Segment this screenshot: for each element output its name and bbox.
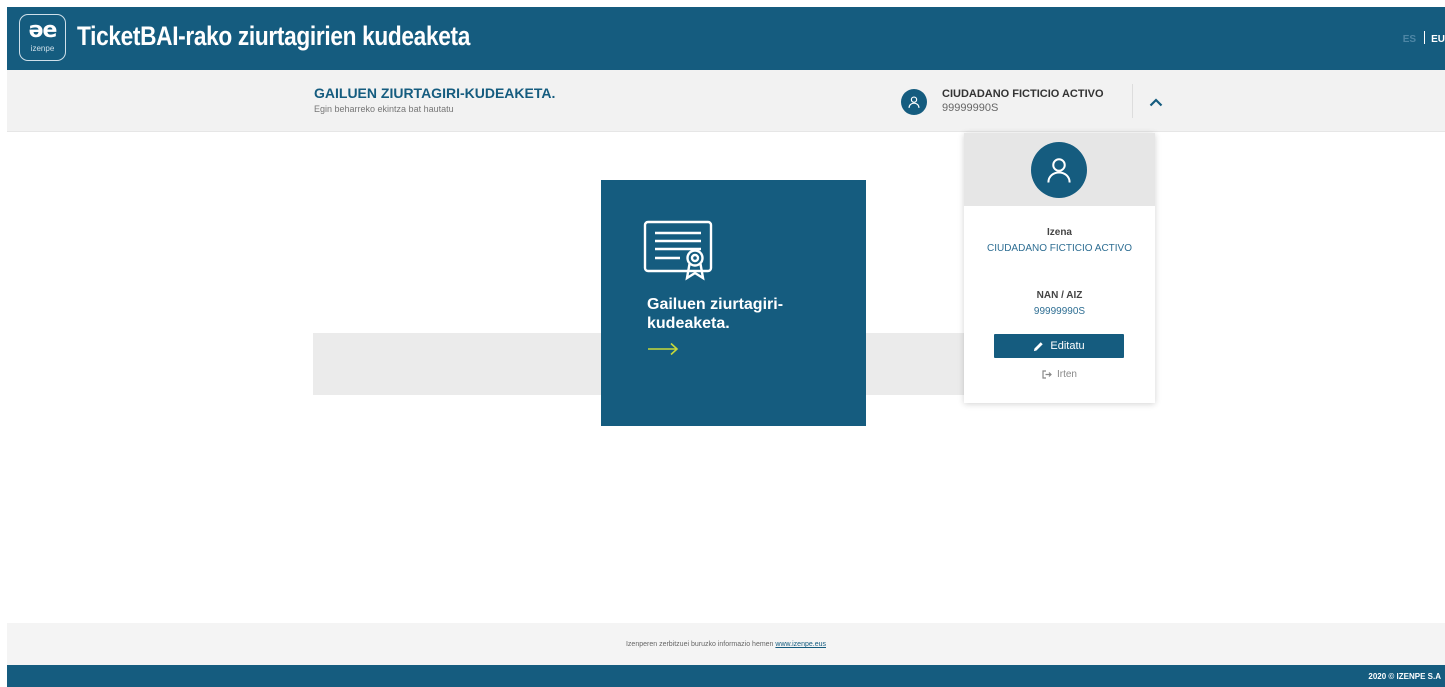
page-title: GAILUEN ZIURTAGIRI-KUDEAKETA. <box>314 85 556 101</box>
id-label: NAN / AIZ <box>1036 290 1083 301</box>
izenpe-website-link[interactable]: www.izenpe.eus <box>775 641 826 648</box>
device-certificate-management-card[interactable]: Gailuen ziurtagiri-kudeaketa. <box>601 180 866 426</box>
user-profile-icon <box>1031 142 1087 198</box>
pencil-icon <box>1034 341 1044 351</box>
logout-label: Irten <box>1056 369 1077 380</box>
certificate-icon <box>642 220 714 289</box>
logo-subtext: izenpe <box>30 44 55 53</box>
copyright: 2020 © IZENPE S.A <box>1368 672 1441 681</box>
user-avatar-icon[interactable] <box>901 89 927 115</box>
edit-button-label: Editatu <box>1050 340 1085 352</box>
logout-link[interactable]: Irten <box>964 369 1155 380</box>
chevron-up-icon <box>1149 98 1163 107</box>
language-es-link[interactable]: ES <box>1403 34 1416 45</box>
footer-text: Izenperen zerbitzuei buruzko informazio … <box>7 641 1445 648</box>
user-divider <box>1132 84 1133 118</box>
id-value: 99999990S <box>1033 306 1086 317</box>
logout-icon <box>1042 370 1052 379</box>
name-value: CIUDADANO FICTICIO ACTIVO <box>986 243 1132 254</box>
arrow-right-icon <box>647 342 679 361</box>
top-bar: əe izenpe TicketBAI-rako ziurtagirien ku… <box>7 7 1445 70</box>
language-eu-link[interactable]: EU <box>1431 34 1445 45</box>
izenpe-logo[interactable]: əe izenpe <box>19 14 66 61</box>
user-name[interactable]: CIUDADANO FICTICIO ACTIVO <box>942 88 1104 100</box>
logo-mark: əe <box>28 18 58 43</box>
footer-info-text: Izenperen zerbitzuei buruzko informazio … <box>625 641 774 648</box>
footer-info: Izenperen zerbitzuei buruzko informazio … <box>7 623 1445 665</box>
footer-bar: 2020 © IZENPE S.A <box>7 665 1445 687</box>
page-subtitle: Egin beharreko ekintza bat hautatu <box>314 104 454 114</box>
user-id: 99999990S <box>942 102 999 114</box>
language-separator <box>1424 31 1426 44</box>
app-title: TicketBAI-rako ziurtagirien kudeaketa <box>77 21 471 51</box>
card-title: Gailuen ziurtagiri-kudeaketa. <box>647 296 784 332</box>
user-menu-dropdown: Izena CIUDADANO FICTICIO ACTIVO NAN / AI… <box>964 133 1155 403</box>
name-label: Izena <box>1046 227 1072 238</box>
section-header: GAILUEN ZIURTAGIRI-KUDEAKETA. Egin behar… <box>7 70 1445 132</box>
user-menu-toggle-button[interactable] <box>1144 90 1168 114</box>
language-switcher: ES EU <box>1403 31 1445 45</box>
edit-profile-button[interactable]: Editatu <box>994 334 1124 358</box>
